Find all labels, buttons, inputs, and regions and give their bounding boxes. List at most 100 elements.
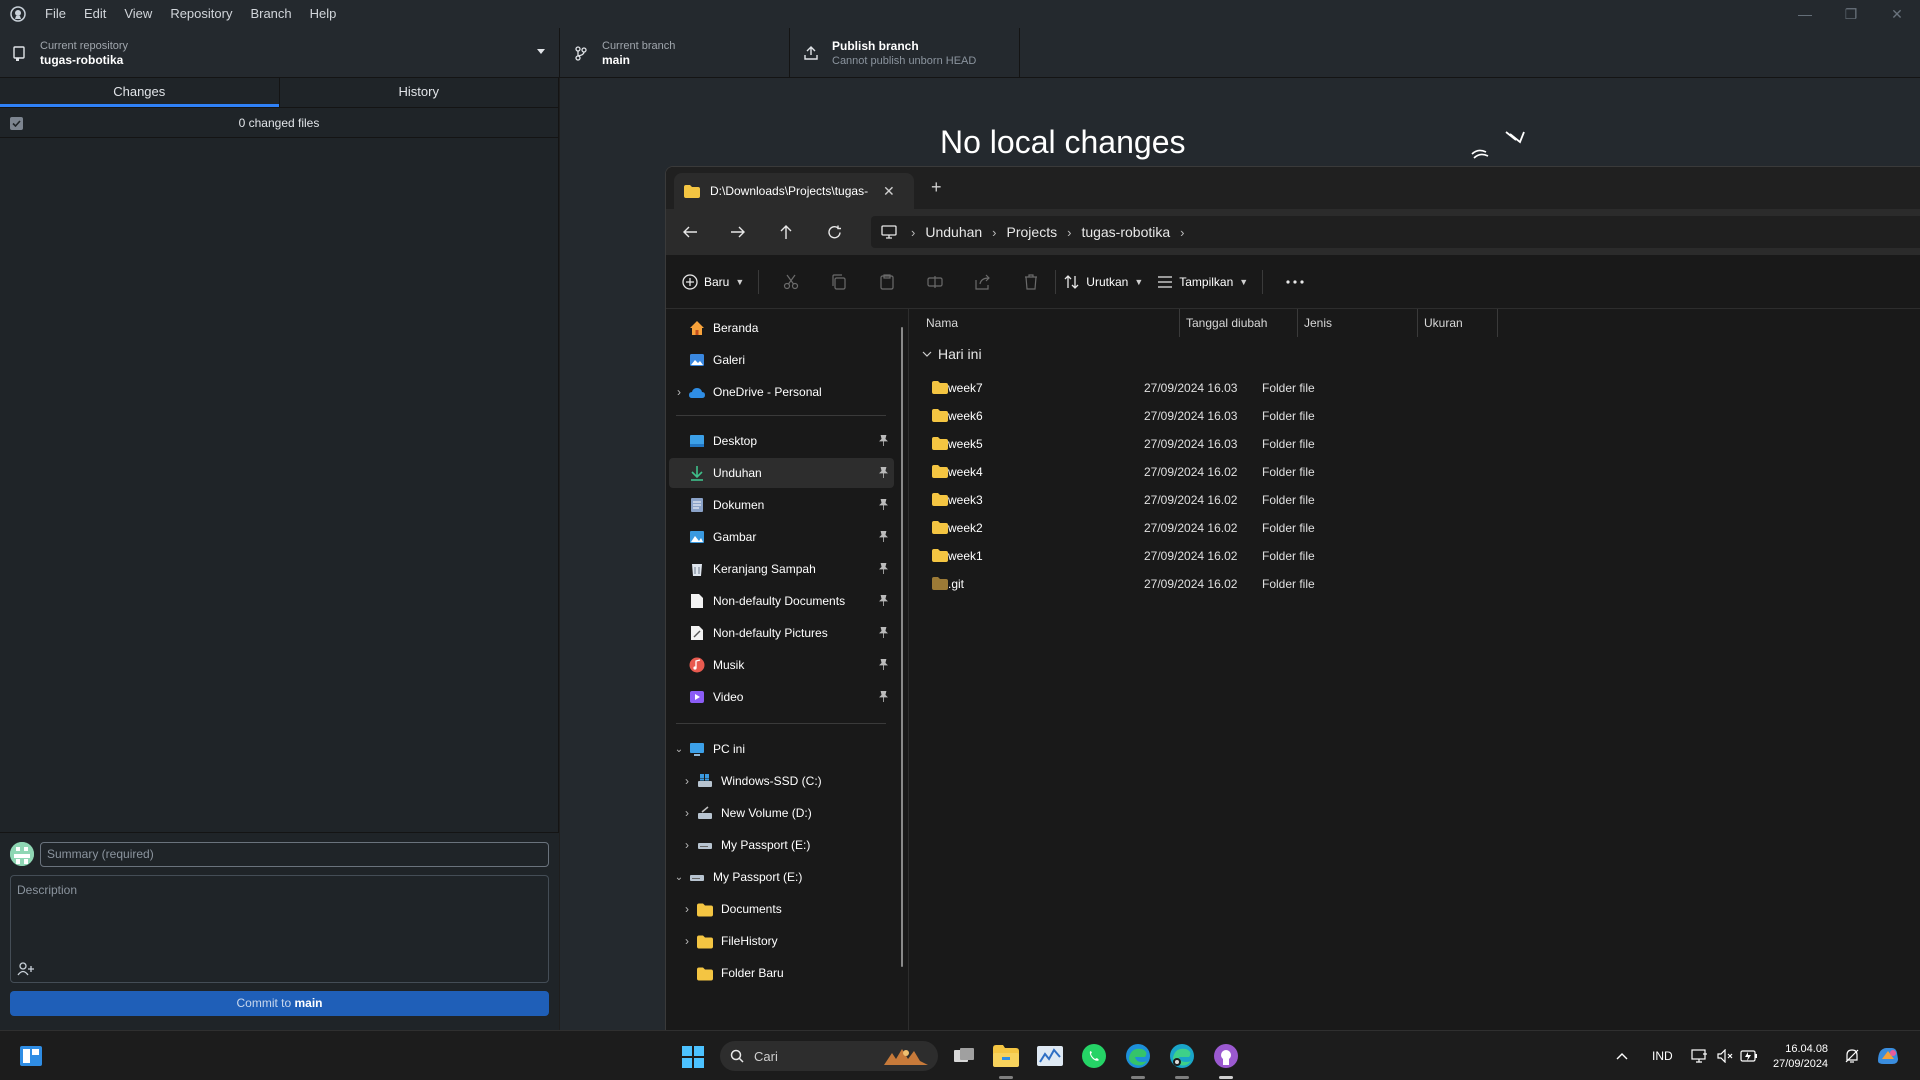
breadcrumb-tugas-robotika[interactable]: tugas-robotika: [1081, 224, 1170, 240]
forward-arrow-icon[interactable]: [714, 209, 762, 255]
menu-branch[interactable]: Branch: [241, 0, 300, 28]
tab-changes[interactable]: Changes: [0, 78, 279, 107]
nav-item-drive-c[interactable]: › Windows-SSD (C:): [669, 766, 894, 796]
nav-item-home[interactable]: Beranda: [669, 313, 894, 343]
file-row[interactable]: week3 27/09/2024 16.02 Folder file: [916, 486, 1536, 514]
task-view-icon[interactable]: [950, 1042, 978, 1070]
restore-icon[interactable]: ❐: [1828, 0, 1874, 28]
menu-edit[interactable]: Edit: [75, 0, 115, 28]
nav-item-documents-folder[interactable]: › Documents: [669, 894, 894, 924]
menu-repository[interactable]: Repository: [161, 0, 241, 28]
nav-item-gallery[interactable]: Galeri: [669, 345, 894, 375]
add-coauthor-icon[interactable]: [17, 962, 35, 976]
chevron-right-icon[interactable]: ›: [681, 806, 693, 820]
tab-history[interactable]: History: [278, 78, 559, 107]
show-hidden-icons-chevron-up-icon[interactable]: [1616, 1031, 1628, 1080]
publish-branch-button[interactable]: Publish branch Cannot publish unborn HEA…: [790, 28, 1020, 78]
nav-item-desktop[interactable]: Desktop: [669, 426, 894, 456]
taskbar-search[interactable]: Cari: [720, 1041, 938, 1071]
column-header-type[interactable]: Jenis: [1298, 309, 1418, 337]
current-repository-button[interactable]: Current repository tugas-robotika: [0, 28, 560, 78]
menu-view[interactable]: View: [115, 0, 161, 28]
close-icon[interactable]: ✕: [1874, 0, 1920, 28]
chevron-right-icon[interactable]: ›: [681, 902, 693, 916]
explorer-tab[interactable]: D:\Downloads\Projects\tugas- ✕: [674, 173, 914, 209]
chevron-down-icon[interactable]: ⌄: [673, 743, 685, 755]
battery-icon[interactable]: [1740, 1031, 1758, 1080]
current-branch-button[interactable]: Current branch main: [560, 28, 790, 78]
file-explorer-app-icon[interactable]: [992, 1042, 1020, 1070]
nav-item-folder-baru[interactable]: Folder Baru: [669, 958, 894, 988]
start-button-icon[interactable]: [682, 1046, 704, 1068]
chevron-right-icon[interactable]: ›: [681, 774, 693, 788]
widgets-icon[interactable]: [20, 1046, 42, 1066]
nav-item-filehistory[interactable]: › FileHistory: [669, 926, 894, 956]
nav-item-nondefaulty-documents[interactable]: Non-defaulty Documents: [669, 586, 894, 616]
column-header-size[interactable]: Ukuran: [1418, 309, 1498, 337]
new-button[interactable]: Baru ▼: [682, 273, 744, 290]
description-input[interactable]: Description: [10, 875, 549, 983]
select-all-checkbox[interactable]: [10, 117, 23, 130]
notification-bell-icon[interactable]: [1844, 1031, 1860, 1080]
file-row[interactable]: week7 27/09/2024 16.03 Folder file: [916, 374, 1536, 402]
menu-file[interactable]: File: [36, 0, 75, 28]
file-row[interactable]: week5 27/09/2024 16.03 Folder file: [916, 430, 1536, 458]
nav-item-video[interactable]: Video: [669, 682, 894, 712]
group-header-today[interactable]: Hari ini: [922, 346, 982, 362]
more-options-icon[interactable]: [1271, 279, 1319, 284]
new-tab-icon[interactable]: +: [931, 177, 942, 198]
clock[interactable]: 16.04.08 27/09/2024: [1773, 1042, 1828, 1072]
view-button[interactable]: Tampilkan ▼: [1157, 275, 1248, 289]
nav-item-this-pc[interactable]: ⌄ PC ini: [669, 734, 894, 764]
address-bar[interactable]: › Unduhan › Projects › tugas-robotika ›: [871, 216, 1920, 248]
column-header-date[interactable]: Tanggal diubah: [1180, 309, 1298, 337]
commit-button[interactable]: Commit to main: [10, 991, 549, 1016]
share-icon[interactable]: [959, 274, 1007, 290]
edge-browser-icon[interactable]: [1124, 1042, 1152, 1070]
system-monitor-app-icon[interactable]: [1036, 1042, 1064, 1070]
file-row[interactable]: week6 27/09/2024 16.03 Folder file: [916, 402, 1536, 430]
menu-help[interactable]: Help: [301, 0, 346, 28]
language-indicator[interactable]: IND: [1652, 1031, 1673, 1080]
file-row[interactable]: week4 27/09/2024 16.02 Folder file: [916, 458, 1536, 486]
file-row[interactable]: week1 27/09/2024 16.02 Folder file: [916, 542, 1536, 570]
cut-icon[interactable]: [767, 274, 815, 290]
nav-item-onedrive[interactable]: › OneDrive - Personal: [669, 377, 894, 407]
copy-icon[interactable]: [815, 273, 863, 290]
network-icon[interactable]: [1691, 1031, 1708, 1080]
nav-item-drive-e[interactable]: › My Passport (E:): [669, 830, 894, 860]
breadcrumb-unduhan[interactable]: Unduhan: [925, 224, 982, 240]
nav-item-music[interactable]: Musik: [669, 650, 894, 680]
file-row[interactable]: .git 27/09/2024 16.02 Folder file: [916, 570, 1536, 598]
delete-icon[interactable]: [1007, 273, 1055, 290]
github-desktop-app-icon[interactable]: [1212, 1042, 1240, 1070]
chevron-right-icon[interactable]: ›: [681, 934, 693, 948]
close-tab-icon[interactable]: ✕: [883, 183, 895, 200]
breadcrumb-projects[interactable]: Projects: [1007, 224, 1058, 240]
summary-input[interactable]: Summary (required): [40, 842, 549, 867]
nav-item-my-passport[interactable]: ⌄ My Passport (E:): [669, 862, 894, 892]
refresh-icon[interactable]: [810, 209, 858, 255]
nav-item-recycle-bin[interactable]: Keranjang Sampah: [669, 554, 894, 584]
paste-icon[interactable]: [863, 273, 911, 290]
copilot-icon[interactable]: [1876, 1031, 1900, 1080]
rename-icon[interactable]: [911, 274, 959, 290]
navigation-scrollbar[interactable]: [901, 327, 903, 967]
chevron-down-icon[interactable]: ⌄: [673, 871, 685, 883]
chevron-right-icon[interactable]: ›: [673, 385, 685, 399]
nav-item-documents[interactable]: Dokumen: [669, 490, 894, 520]
column-header-name[interactable]: Nama: [916, 309, 1180, 337]
up-arrow-icon[interactable]: [762, 209, 810, 255]
nav-item-drive-d[interactable]: › New Volume (D:): [669, 798, 894, 828]
nav-item-pictures[interactable]: Gambar: [669, 522, 894, 552]
whatsapp-icon[interactable]: [1080, 1042, 1108, 1070]
edge-beta-browser-icon[interactable]: [1168, 1042, 1196, 1070]
nav-item-nondefaulty-pictures[interactable]: Non-defaulty Pictures: [669, 618, 894, 648]
file-row[interactable]: week2 27/09/2024 16.02 Folder file: [916, 514, 1536, 542]
back-arrow-icon[interactable]: [666, 209, 714, 255]
sort-button[interactable]: Urutkan ▼: [1064, 274, 1143, 290]
chevron-right-icon[interactable]: ›: [681, 838, 693, 852]
minimize-icon[interactable]: —: [1782, 0, 1828, 28]
nav-item-downloads[interactable]: Unduhan: [669, 458, 894, 488]
volume-muted-icon[interactable]: [1717, 1031, 1733, 1080]
